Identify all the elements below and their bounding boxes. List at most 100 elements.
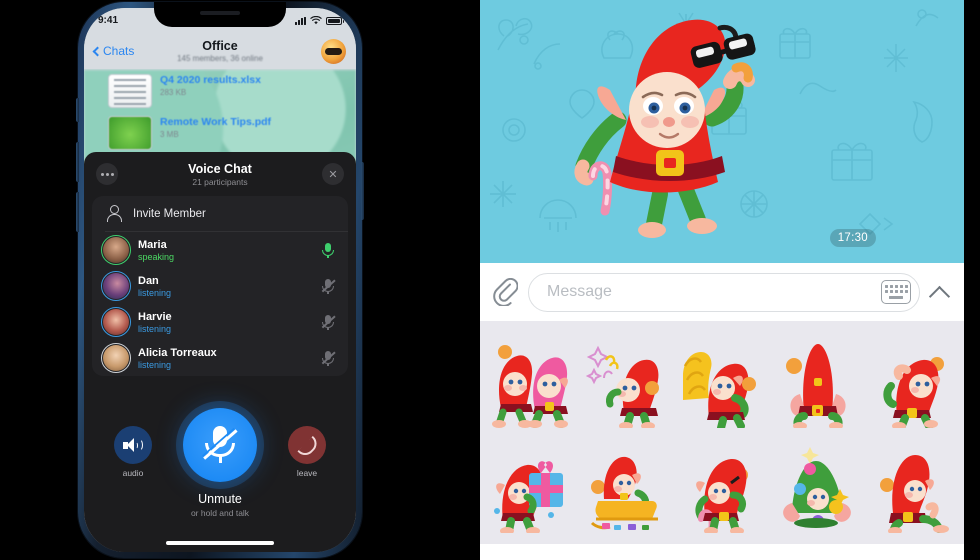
participants-card: Invite Member Maria speaking Dan listeni… (92, 196, 348, 552)
voice-chat-sheet: Voice Chat 21 participants ✕ Invite Memb… (84, 152, 356, 552)
file-message-row[interactable]: Remote Work Tips.pdf 3 MB (108, 116, 271, 150)
frog-thumb (108, 116, 152, 150)
mic-muted-icon[interactable] (321, 314, 336, 330)
audio-button-label: audio (122, 468, 144, 478)
participant-status: listening (138, 323, 172, 334)
signal-bars-icon (295, 16, 306, 25)
sticker-grid (480, 321, 964, 544)
elf-carrying-gift-sticker (493, 461, 563, 534)
unmute-button[interactable] (183, 408, 257, 482)
invite-member-button[interactable]: Invite Member (92, 196, 348, 231)
voice-chat-titles: Voice Chat 21 participants (84, 162, 356, 187)
message-timestamp: 17:30 (829, 229, 876, 247)
phone-volume-up-button[interactable] (76, 142, 79, 182)
elf-with-sunglasses-sticker[interactable] (540, 0, 780, 253)
mic-active-icon[interactable] (321, 242, 335, 258)
file-info: Remote Work Tips.pdf 3 MB (160, 116, 271, 150)
status-time: 9:41 (98, 15, 119, 26)
message-composer: Message (480, 263, 964, 321)
hangup-icon (297, 435, 317, 455)
file-size: 3 MB (160, 130, 179, 139)
mic-muted-icon[interactable] (321, 350, 336, 366)
participant-info: Dan listening (138, 275, 312, 298)
sticker-item[interactable] (484, 433, 579, 539)
sticker-item[interactable] (770, 327, 865, 433)
voice-chat-controls: audio leave Unmute or hold and talk (84, 404, 356, 552)
avatar (101, 307, 131, 337)
elf-waving-sticker (883, 356, 945, 428)
participant-info: Harvie listening (138, 311, 312, 334)
voice-chat-header: Voice Chat 21 participants ✕ (84, 152, 356, 196)
file-name: Q4 2020 results.xlsx (160, 74, 261, 86)
elf-with-sparkles-sticker (585, 345, 659, 428)
chat-message-area: 17:30 (480, 0, 964, 263)
chevron-left-icon (92, 46, 103, 56)
sticker-item[interactable] (484, 327, 579, 433)
leave-call-button[interactable] (288, 426, 326, 464)
elf-in-sleigh-sticker (590, 457, 658, 531)
unmute-text-block: Unmute or hold and talk (84, 492, 356, 518)
add-person-icon (105, 205, 122, 222)
more-options-icon[interactable] (96, 163, 118, 185)
keyboard-icon[interactable] (881, 280, 911, 304)
phone-screen: 9:41 Chats Office 145 members, 36 online… (84, 8, 356, 552)
file-name: Remote Work Tips.pdf (160, 116, 272, 128)
sticker-item[interactable] (579, 433, 674, 539)
sticker-item[interactable] (674, 327, 769, 433)
participant-status: speaking (138, 251, 175, 262)
two-elves-hugging-sticker (491, 344, 568, 428)
phone-mute-switch[interactable] (76, 98, 79, 122)
participant-name: Dan (138, 274, 159, 287)
sticker-item[interactable] (865, 327, 960, 433)
battery-icon (326, 16, 344, 25)
sticker-item[interactable] (579, 327, 674, 433)
phone-frame: 9:41 Chats Office 145 members, 36 online… (76, 2, 364, 558)
chevron-up-icon[interactable] (930, 281, 952, 303)
group-avatar[interactable] (321, 38, 346, 64)
phone-volume-down-button[interactable] (76, 192, 79, 232)
participant-info: Maria speaking (138, 239, 312, 262)
participant-status: listening (138, 359, 172, 370)
file-size: 283 KB (160, 88, 187, 97)
back-to-chats-button[interactable]: Chats (92, 44, 134, 58)
participant-name: Alicia Torreaux (138, 346, 217, 359)
sticker-item[interactable] (674, 433, 769, 539)
avatar (101, 343, 131, 373)
leave-button-label: leave (296, 468, 318, 478)
participant-row-alicia[interactable]: Alicia Torreaux listening (92, 340, 348, 376)
audio-output-button[interactable] (114, 426, 152, 464)
close-icon[interactable]: ✕ (322, 163, 344, 185)
phone-notch (154, 2, 286, 27)
elf-christmas-tree-sticker (783, 447, 852, 529)
chat-navbar: Chats Office 145 members, 36 online (84, 33, 356, 69)
elf-with-big-hand-sticker (682, 351, 756, 428)
invite-member-label: Invite Member (133, 207, 206, 220)
mic-muted-icon[interactable] (321, 278, 336, 294)
sticker-item[interactable] (770, 433, 865, 539)
home-indicator[interactable] (166, 541, 274, 545)
voice-chat-participant-count: 21 participants (192, 176, 248, 187)
file-info: Q4 2020 results.xlsx 283 KB (160, 74, 261, 108)
participant-status: listening (138, 287, 172, 298)
file-message-row[interactable]: Q4 2020 results.xlsx 283 KB (108, 74, 261, 108)
elf-with-candy-cane-sticker (695, 459, 748, 534)
message-input[interactable]: Message (528, 272, 920, 312)
chat-panel: 17:30 Message (480, 0, 964, 560)
phone-mockup-panel: 9:41 Chats Office 145 members, 36 online… (0, 0, 470, 560)
voice-chat-title: Voice Chat (188, 161, 252, 176)
wifi-icon (310, 16, 322, 25)
participant-row-harvie[interactable]: Harvie listening (92, 304, 348, 340)
unmute-label: Unmute (198, 492, 242, 506)
status-icons (295, 16, 344, 25)
paperclip-icon[interactable] (492, 277, 519, 307)
participant-info: Alicia Torreaux listening (138, 347, 312, 370)
phone-power-button[interactable] (361, 162, 364, 220)
avatar (101, 235, 131, 265)
mic-muted-icon (202, 424, 238, 466)
participant-row-maria[interactable]: Maria speaking (92, 232, 348, 268)
sticker-item[interactable] (865, 433, 960, 539)
spreadsheet-thumb (108, 74, 152, 108)
participant-row-dan[interactable]: Dan listening (92, 268, 348, 304)
participant-name: Maria (138, 238, 167, 251)
unmute-hint: or hold and talk (190, 508, 250, 518)
